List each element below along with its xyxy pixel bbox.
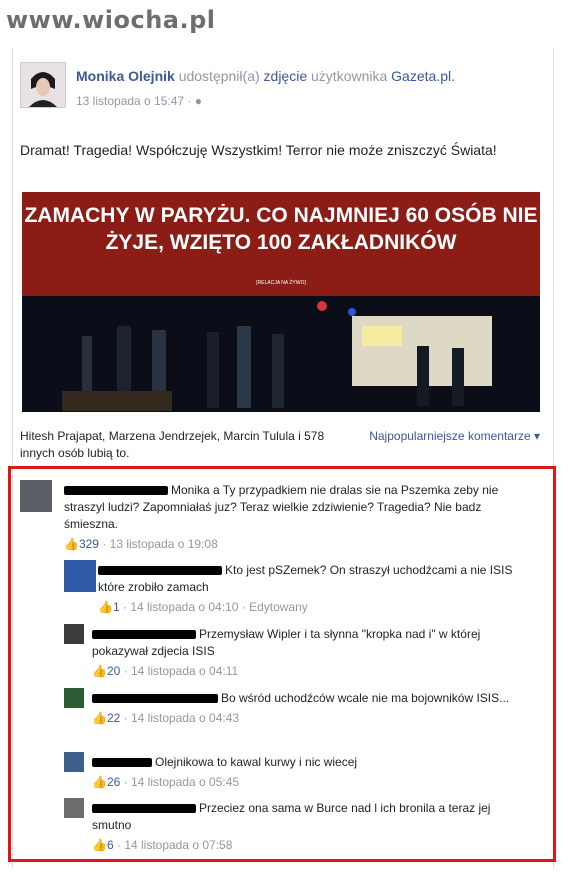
- author-link[interactable]: Monika Olejnik: [76, 68, 175, 84]
- likes-summary[interactable]: Hitesh Prajapat, Marzena Jendrzejek, Mar…: [20, 428, 330, 462]
- news-photo-scene: [22, 296, 540, 412]
- commenter-name-redacted[interactable]: [92, 801, 199, 815]
- comment-date[interactable]: · 14 listopada o 04:10 · Edytowany: [123, 600, 308, 614]
- like-count[interactable]: 👍26: [92, 775, 120, 789]
- comment-date[interactable]: · 13 listopada o 19:08: [102, 537, 217, 551]
- commenter-avatar[interactable]: [64, 688, 84, 708]
- like-count[interactable]: 👍20: [92, 664, 120, 678]
- comment-date[interactable]: · 14 listopada o 04:11: [124, 664, 239, 678]
- like-count[interactable]: 👍1: [98, 600, 120, 614]
- news-image-subtitle: [RELACJA NA ŻYWO]: [256, 280, 306, 286]
- news-image[interactable]: ZAMACHY W PARYŻU. CO NAJMNIEJ 60 OSÓB NI…: [22, 192, 540, 412]
- thumbs-up-icon: 👍: [98, 600, 113, 614]
- commenter-name-redacted[interactable]: [92, 627, 199, 641]
- post-header: Monika Olejnik udostępnił(a) zdjęcie uży…: [20, 62, 540, 132]
- post-header-text: Monika Olejnik udostępnił(a) zdjęcie uży…: [76, 66, 456, 112]
- commenter-name-redacted[interactable]: [92, 691, 221, 705]
- comment-text: Bo wśród uchodźców wcale nie ma bojownik…: [221, 691, 510, 705]
- commenter-name-redacted[interactable]: [98, 563, 225, 577]
- commenter-name-redacted[interactable]: [64, 483, 171, 497]
- comment-date[interactable]: · 14 listopada o 04:43: [124, 711, 239, 725]
- news-image-title: ZAMACHY W PARYŻU. CO NAJMNIEJ 60 OSÓB NI…: [24, 204, 538, 254]
- comment-date[interactable]: · 14 listopada o 07:58: [117, 838, 232, 852]
- post-text: Dramat! Tragedia! Współczuję Wszystkim! …: [20, 142, 497, 158]
- post-object-suffix: użytkownika: [311, 68, 388, 84]
- comment-text: Olejnikowa to kawal kurwy i nic wiecej: [155, 755, 358, 769]
- globe-icon: ●: [194, 94, 203, 108]
- commenter-avatar[interactable]: [64, 752, 84, 772]
- watermark-logo: www.wiocha.pl: [6, 6, 216, 34]
- photo-link[interactable]: zdjęcie: [264, 68, 308, 84]
- like-count[interactable]: 👍22: [92, 711, 120, 725]
- thumbs-up-icon: 👍: [92, 775, 107, 789]
- comment-sort-dropdown[interactable]: Najpopularniejsze komentarze ▾: [369, 428, 540, 445]
- thumbs-up-icon: 👍: [92, 664, 107, 678]
- commenter-avatar[interactable]: [64, 560, 96, 592]
- commenter-avatar[interactable]: [64, 624, 84, 644]
- commenter-avatar[interactable]: [64, 798, 84, 818]
- thumbs-up-icon: 👍: [92, 838, 107, 852]
- thumbs-up-icon: 👍: [92, 711, 107, 725]
- source-link[interactable]: Gazeta.pl.: [391, 68, 455, 84]
- author-avatar[interactable]: [20, 62, 66, 108]
- commenter-avatar[interactable]: [20, 480, 52, 512]
- post-date[interactable]: 13 listopada o 15:47 ·: [76, 94, 191, 108]
- commenter-name-redacted[interactable]: [92, 755, 155, 769]
- like-count[interactable]: 👍329: [64, 537, 99, 551]
- post-action: udostępnił(a): [178, 68, 260, 84]
- thumbs-up-icon: 👍: [64, 537, 79, 551]
- like-count[interactable]: 👍6: [92, 838, 114, 852]
- comment-date[interactable]: · 14 listopada o 05:45: [124, 775, 239, 789]
